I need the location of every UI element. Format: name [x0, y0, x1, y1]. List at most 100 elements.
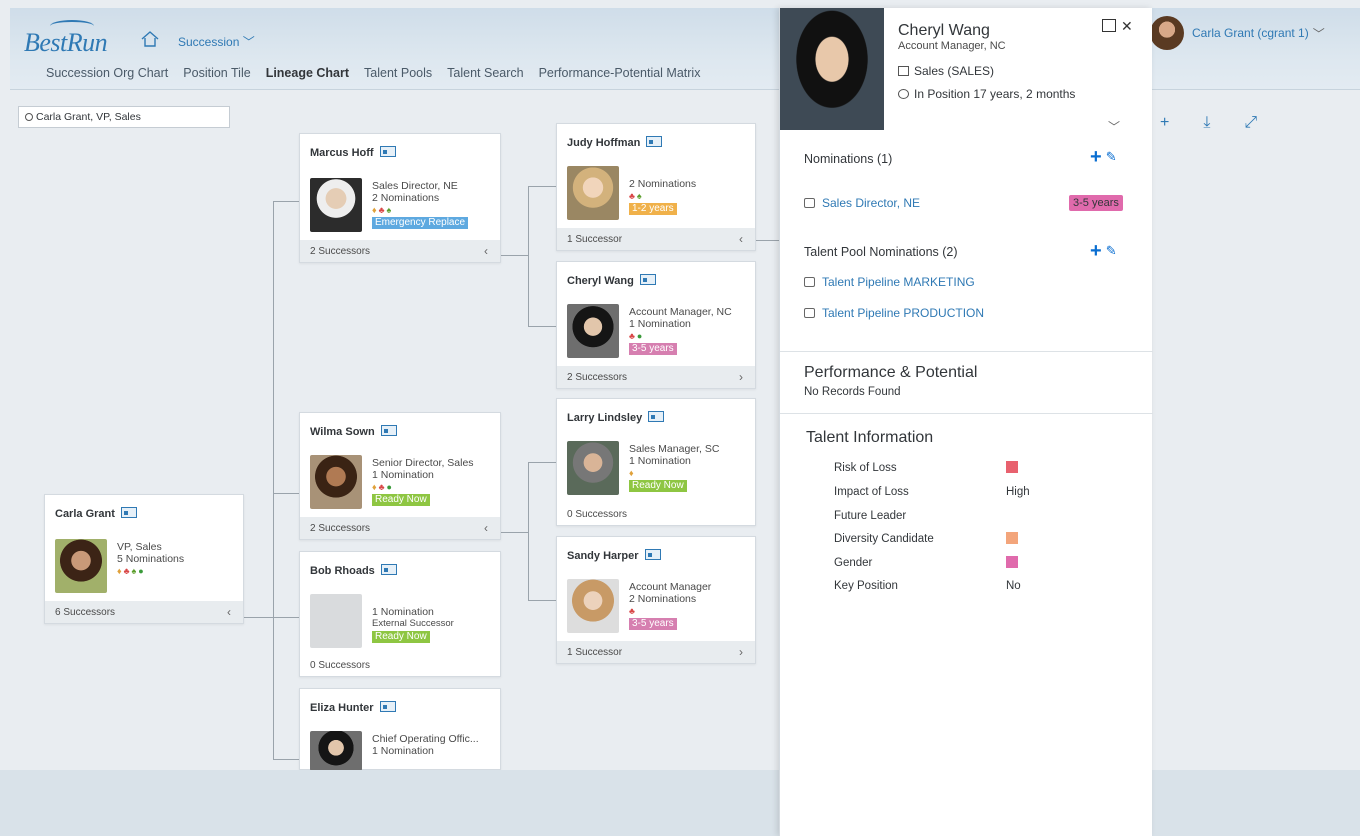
- employee-photo: [310, 455, 362, 509]
- talent-pool-header: Talent Pool Nominations (2): [804, 245, 958, 259]
- edit-icon[interactable]: ✎: [1106, 243, 1117, 259]
- successors-bar[interactable]: 2 Successors ‹: [300, 517, 500, 539]
- id-card-icon[interactable]: [646, 136, 663, 147]
- id-card-icon[interactable]: [380, 425, 397, 436]
- org-card-larry-lindsley[interactable]: Larry Lindsley Sales Manager, SC 1 Nomin…: [556, 398, 756, 526]
- org-unit-icon: [898, 66, 909, 76]
- tab-lineage-chart[interactable]: Lineage Chart: [266, 66, 349, 80]
- org-card-eliza-hunter[interactable]: Eliza Hunter Chief Operating Offic... 1 …: [299, 688, 501, 771]
- chevron-right-icon[interactable]: ›: [739, 370, 743, 384]
- org-card-marcus-hoff[interactable]: Marcus Hoff Sales Director, NE 2 Nominat…: [299, 133, 501, 263]
- home-icon[interactable]: [140, 30, 160, 48]
- position-icon: [804, 198, 815, 208]
- successors-bar[interactable]: 0 Successors: [557, 503, 755, 525]
- chevron-left-icon[interactable]: ‹: [227, 605, 231, 619]
- connector-line: [528, 600, 556, 601]
- successors-bar[interactable]: 6 Successors ‹: [45, 601, 243, 623]
- tab-position-tile[interactable]: Position Tile: [183, 66, 250, 80]
- employee-photo: [567, 304, 619, 358]
- add-icon[interactable]: +: [1160, 114, 1169, 132]
- id-card-icon[interactable]: [120, 507, 137, 518]
- org-card-bob-rhoads[interactable]: Bob Rhoads 1 Nomination External Success…: [299, 551, 501, 677]
- talent-label: Risk of Loss: [834, 462, 897, 474]
- footer-band: [0, 770, 780, 836]
- add-icon[interactable]: +: [1090, 240, 1102, 262]
- app-menu-label: Succession: [178, 35, 240, 49]
- tab-succession-org-chart[interactable]: Succession Org Chart: [46, 66, 168, 80]
- id-card-icon[interactable]: [639, 274, 656, 285]
- nomination-link[interactable]: Sales Director, NE: [804, 196, 920, 210]
- employee-photo: [310, 731, 362, 771]
- tab-talent-pools[interactable]: Talent Pools: [364, 66, 432, 80]
- org-card-carla-grant[interactable]: Carla Grant VP, Sales 5 Nominations ♦♣♠●…: [44, 494, 244, 624]
- card-nominations: 1 Nomination: [372, 745, 434, 757]
- connector-line: [755, 240, 779, 241]
- card-name: Eliza Hunter: [310, 702, 374, 714]
- card-title: Account Manager, NC: [629, 306, 732, 318]
- chevron-left-icon[interactable]: ‹: [739, 232, 743, 246]
- card-name: Marcus Hoff: [310, 147, 374, 159]
- talent-pool-link[interactable]: Talent Pipeline MARKETING: [804, 275, 975, 289]
- connector-line: [273, 201, 274, 759]
- org-card-judy-hoffman[interactable]: Judy Hoffman 2 Nominations ♣♠ 1-2 years …: [556, 123, 756, 251]
- search-icon: [25, 113, 33, 121]
- readiness-tag: Ready Now: [372, 494, 430, 506]
- successors-bar[interactable]: 1 Successor ›: [557, 641, 755, 663]
- card-nominations: 2 Nominations: [372, 192, 440, 204]
- successors-bar[interactable]: 2 Successors ‹: [300, 240, 500, 262]
- chevron-right-icon[interactable]: ›: [739, 645, 743, 659]
- tab-performance-potential-matrix[interactable]: Performance-Potential Matrix: [539, 66, 701, 80]
- org-card-cheryl-wang[interactable]: Cheryl Wang Account Manager, NC 1 Nomina…: [556, 261, 756, 389]
- edit-icon[interactable]: ✎: [1106, 149, 1117, 165]
- status-icons: ♦♣♠●: [117, 566, 146, 576]
- successors-bar[interactable]: 0 Successors: [300, 654, 500, 676]
- close-icon[interactable]: ✕: [1121, 18, 1133, 34]
- successors-count: 6 Successors: [55, 607, 116, 618]
- card-nominations: 2 Nominations: [629, 593, 697, 605]
- successors-count: 2 Successors: [310, 246, 371, 257]
- org-card-wilma-sown[interactable]: Wilma Sown Senior Director, Sales 1 Nomi…: [299, 412, 501, 540]
- chevron-left-icon[interactable]: ‹: [484, 521, 488, 535]
- talent-value: No: [1006, 580, 1021, 592]
- chevron-down-icon[interactable]: ﹀: [1108, 118, 1120, 135]
- app-menu[interactable]: Succession ﹀: [178, 33, 255, 50]
- generic-avatar-icon: [310, 594, 362, 648]
- card-name: Bob Rhoads: [310, 565, 375, 577]
- fullscreen-icon[interactable]: ⤢: [1244, 114, 1257, 132]
- connector-line: [528, 462, 529, 600]
- successors-count: 0 Successors: [567, 509, 628, 520]
- tab-talent-search[interactable]: Talent Search: [447, 66, 523, 80]
- group-icon: [804, 308, 815, 318]
- employee-photo: [780, 8, 884, 130]
- chart-toolbar: + ⤓ ⤢: [1160, 114, 1257, 132]
- successors-bar[interactable]: 1 Successor ‹: [557, 228, 755, 250]
- talent-pool-link[interactable]: Talent Pipeline PRODUCTION: [804, 306, 984, 320]
- open-full-icon[interactable]: [1102, 19, 1116, 32]
- card-name: Cheryl Wang: [567, 275, 634, 287]
- talent-value: High: [1006, 486, 1030, 498]
- id-card-icon[interactable]: [379, 146, 396, 157]
- nav-tabs: Succession Org Chart Position Tile Linea…: [46, 66, 715, 80]
- readiness-badge: 3-5 years: [1069, 195, 1123, 211]
- chevron-left-icon[interactable]: ‹: [484, 244, 488, 258]
- talent-label: Impact of Loss: [834, 486, 909, 498]
- download-icon[interactable]: ⤓: [1203, 114, 1210, 132]
- talent-pool-label: Talent Pipeline PRODUCTION: [822, 306, 985, 320]
- status-icons: ♣♠: [629, 191, 644, 201]
- chevron-down-icon: ﹀: [1312, 26, 1325, 41]
- add-icon[interactable]: +: [1090, 146, 1102, 168]
- employee-detail-panel: Cheryl Wang Account Manager, NC Sales (S…: [779, 8, 1153, 836]
- group-icon: [804, 277, 815, 287]
- search-input[interactable]: Carla Grant, VP, Sales: [18, 106, 230, 128]
- readiness-tag: 1-2 years: [629, 203, 677, 215]
- user-menu[interactable]: Carla Grant (cgrant 1) ﹀: [1150, 16, 1325, 50]
- successors-bar[interactable]: 2 Successors ›: [557, 366, 755, 388]
- id-card-icon[interactable]: [380, 564, 397, 575]
- id-card-icon[interactable]: [379, 701, 396, 712]
- chevron-down-icon: ﹀: [242, 35, 255, 49]
- id-card-icon[interactable]: [648, 411, 665, 422]
- connector-line: [528, 186, 556, 187]
- org-card-sandy-harper[interactable]: Sandy Harper Account Manager 2 Nominatio…: [556, 536, 756, 664]
- app-logo[interactable]: BestRun: [24, 28, 108, 58]
- id-card-icon[interactable]: [644, 549, 661, 560]
